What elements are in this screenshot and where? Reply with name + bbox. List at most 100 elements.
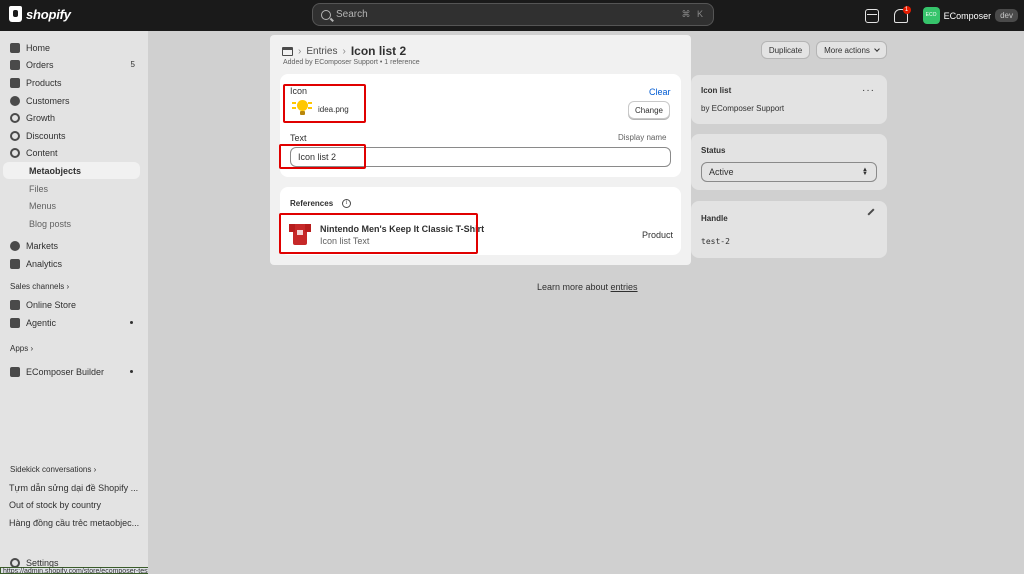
sidebar-item-discounts[interactable]: Discounts (3, 127, 140, 144)
shopify-wordmark: shopify (26, 6, 71, 22)
conversation-item[interactable]: Hàng đồng cầu trẻc metaobjec... (9, 518, 141, 528)
icon-field-label: Icon (290, 86, 308, 96)
orders-icon (10, 59, 20, 70)
sidebar-item-label: Analytics (26, 258, 63, 269)
learn-more-link[interactable]: entries (611, 282, 638, 292)
search-bar[interactable]: Search ⌘ K (312, 3, 714, 26)
sidebar-item-orders[interactable]: Orders 5 (3, 56, 140, 73)
sidekick-heading[interactable]: Sidekick conversations › (10, 465, 96, 474)
icon-file-name: idea.png (318, 105, 349, 114)
handle-title: Handle (701, 214, 728, 223)
sidebar-item-content[interactable]: Content (3, 144, 140, 161)
sidebar-item-label: Menus (29, 200, 57, 211)
search-icon (321, 9, 331, 20)
dot-icon (130, 321, 133, 324)
sidebar-item-label: Markets (26, 240, 59, 251)
sidebar-item-label: Settings (26, 557, 59, 568)
breadcrumb-entries-link[interactable]: Entries (306, 46, 337, 57)
handle-value: test-2 (701, 237, 730, 246)
info-icon[interactable]: i (342, 199, 351, 208)
reference-product-name[interactable]: Nintendo Men's Keep It Classic T-Shirt (320, 224, 484, 234)
home-icon (10, 42, 20, 53)
sidebar-item-growth[interactable]: Growth (3, 109, 140, 126)
customers-icon (10, 95, 20, 106)
duplicate-button[interactable]: Duplicate (761, 41, 810, 59)
definition-subtitle: by EComposer Support (701, 104, 785, 113)
display-name-label: Display name (618, 133, 667, 142)
search-placeholder: Search (336, 9, 368, 20)
breadcrumb-separator: › (298, 45, 302, 57)
orders-count-badge: 5 (130, 60, 135, 69)
text-field-value: Icon list 2 (298, 152, 337, 162)
bulb-ray (292, 107, 296, 109)
reference-type: Product (642, 230, 674, 240)
sidebar-item-markets[interactable]: Markets (3, 237, 140, 254)
tshirt-sleeve (305, 224, 311, 232)
growth-icon (10, 112, 20, 123)
select-chevron-icon: ▲ ▼ (862, 167, 868, 177)
top-bar-actions: 1 ECO EComposer dev (864, 0, 1024, 31)
bulb-glass (297, 100, 308, 111)
status-select[interactable]: Active ▲ ▼ (701, 162, 877, 182)
more-options-icon[interactable]: ··· (862, 85, 875, 96)
sidebar-item-label: Customers (26, 95, 70, 106)
breadcrumb-separator: › (342, 45, 346, 57)
sidebar-item-online-store[interactable]: Online Store (3, 296, 140, 313)
sidebar-item-products[interactable]: Products (3, 74, 140, 91)
sidebar-item-metaobjects[interactable]: Metaobjects (3, 162, 140, 179)
sidekick-label: Sidekick conversations (10, 465, 92, 474)
sidebar-item-ecomposer-builder[interactable]: EComposer Builder (3, 363, 140, 380)
store-icon[interactable] (864, 8, 879, 23)
sidebar-item-customers[interactable]: Customers (3, 92, 140, 109)
sidebar-item-files[interactable]: Files (3, 180, 140, 197)
sidebar-item-blog-posts[interactable]: Blog posts (3, 215, 140, 232)
bulb-ray (308, 102, 312, 104)
status-title: Status (701, 146, 726, 155)
store-name[interactable]: EComposer (944, 11, 992, 21)
status-card: Status Active ▲ ▼ (691, 134, 887, 190)
dot-icon (130, 370, 133, 373)
change-button[interactable]: Change (628, 101, 670, 119)
sidebar-item-label: Files (29, 183, 49, 194)
more-actions-button[interactable]: More actions (816, 41, 887, 59)
apps-heading[interactable]: Apps › (10, 344, 33, 353)
sidebar-item-home[interactable]: Home (3, 39, 140, 56)
dev-badge: dev (995, 9, 1018, 22)
search-shortcut: ⌘ K (681, 9, 705, 19)
online-store-icon (10, 299, 20, 310)
chevron-down-icon (874, 46, 880, 52)
sidebar-item-menus[interactable]: Menus (3, 197, 140, 214)
tshirt-print (297, 230, 303, 235)
clear-link[interactable]: Clear (649, 87, 671, 97)
content-icon (10, 147, 20, 158)
sidebar-item-agentic[interactable]: Agentic (3, 314, 140, 331)
store-avatar[interactable]: ECO (922, 7, 940, 24)
learn-more-text: Learn more about entries (537, 282, 638, 292)
references-heading: References (290, 199, 334, 208)
sidebar-item-label: Metaobjects (29, 165, 82, 176)
definition-title: Icon list (701, 86, 732, 95)
edit-pencil-icon[interactable] (867, 208, 875, 216)
conversation-item[interactable]: Tựm dẫn sửng dại đề Shopify ... (9, 483, 141, 493)
text-field-input[interactable]: Icon list 2 (290, 147, 671, 167)
bulb-ray (308, 107, 312, 109)
metaobject-icon[interactable] (282, 46, 293, 56)
shopify-logo[interactable]: shopify (9, 6, 71, 22)
sidebar-item-label: Growth (26, 112, 56, 123)
handle-card: Handle test-2 (691, 201, 887, 258)
markets-icon (10, 240, 20, 251)
lightbulb-icon (292, 99, 312, 117)
sidebar-item-analytics[interactable]: Analytics (3, 255, 140, 272)
top-bar: shopify Search ⌘ K 1 ECO EComposer dev (0, 0, 1024, 31)
sales-channels-heading[interactable]: Sales channels › (10, 282, 69, 291)
notification-bell-icon[interactable]: 1 (893, 5, 911, 23)
sidebar-item-label: Products (26, 77, 62, 88)
sidebar-item-label: Home (26, 42, 51, 53)
tshirt-sleeve (289, 224, 295, 232)
sidebar-item-label: Blog posts (29, 218, 72, 229)
bulb-base (300, 111, 305, 115)
agentic-icon (10, 317, 20, 328)
shopify-bag-icon (9, 6, 22, 22)
sidebar-item-label: EComposer Builder (26, 366, 105, 377)
conversation-item[interactable]: Out of stock by country (9, 500, 141, 510)
